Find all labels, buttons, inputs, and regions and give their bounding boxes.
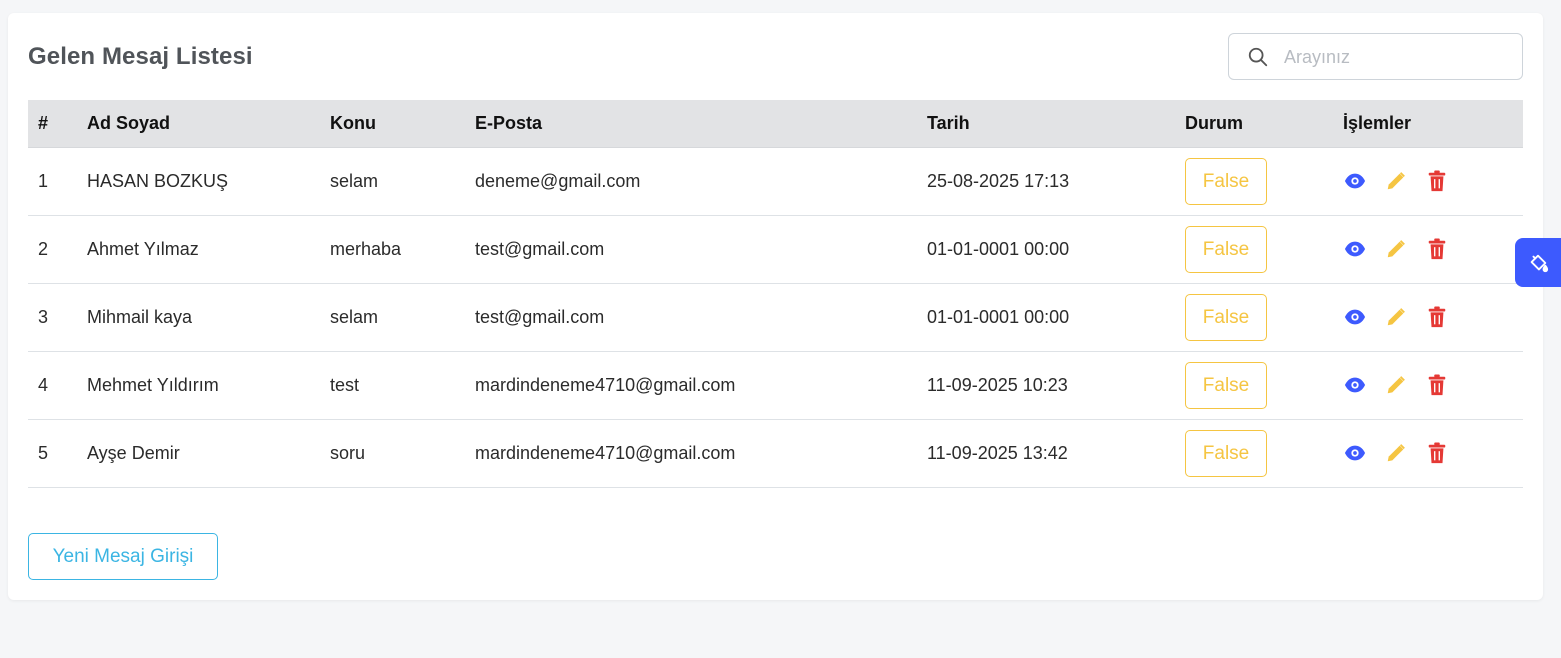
eye-icon bbox=[1344, 309, 1365, 325]
status-badge[interactable]: False bbox=[1185, 361, 1267, 409]
delete-button[interactable] bbox=[1425, 238, 1448, 261]
table-row: 1 HASAN BOZKUŞ selam deneme@gmail.com 25-08-… bbox=[28, 147, 1523, 216]
cell-name: Mehmet Yıldırım bbox=[77, 351, 320, 420]
table-header-row: # Ad Soyad Konu E-Posta Tarih Durum İşle… bbox=[28, 100, 1523, 148]
cell-topic: merhaba bbox=[320, 215, 465, 284]
status-badge[interactable]: False bbox=[1185, 429, 1267, 477]
cell-date: 01-01-0001 00:00 bbox=[917, 215, 1175, 284]
search-icon bbox=[1248, 47, 1268, 67]
view-button[interactable] bbox=[1343, 306, 1366, 329]
cell-email: mardindeneme4710@gmail.com bbox=[465, 351, 917, 420]
status-badge[interactable]: False bbox=[1185, 157, 1267, 205]
pencil-icon bbox=[1387, 376, 1405, 394]
cell-email: test@gmail.com bbox=[465, 215, 917, 284]
cell-actions bbox=[1333, 419, 1523, 488]
cell-num: 4 bbox=[28, 351, 77, 420]
search-input[interactable] bbox=[1284, 42, 1509, 72]
cell-status: False bbox=[1175, 351, 1333, 420]
cell-actions bbox=[1333, 147, 1523, 216]
cell-email: mardindeneme4710@gmail.com bbox=[465, 419, 917, 488]
message-table: # Ad Soyad Konu E-Posta Tarih Durum İşle… bbox=[28, 100, 1523, 488]
theme-settings-tab[interactable] bbox=[1515, 238, 1561, 287]
edit-button[interactable] bbox=[1384, 238, 1407, 261]
view-button[interactable] bbox=[1343, 442, 1366, 465]
cell-actions bbox=[1333, 215, 1523, 284]
header-date: Tarih bbox=[917, 100, 1175, 148]
cell-date: 01-01-0001 00:00 bbox=[917, 283, 1175, 352]
trash-icon bbox=[1428, 374, 1445, 396]
cell-date: 25-08-2025 17:13 bbox=[917, 147, 1175, 216]
cell-num: 1 bbox=[28, 147, 77, 216]
cell-num: 3 bbox=[28, 283, 77, 352]
cell-email: test@gmail.com bbox=[465, 283, 917, 352]
search-box[interactable] bbox=[1228, 33, 1523, 80]
delete-button[interactable] bbox=[1425, 374, 1448, 397]
new-message-button[interactable]: Yeni Mesaj Girişi bbox=[28, 533, 218, 580]
edit-button[interactable] bbox=[1384, 374, 1407, 397]
trash-icon bbox=[1428, 238, 1445, 260]
cell-topic: soru bbox=[320, 419, 465, 488]
page-title: Gelen Mesaj Listesi bbox=[28, 43, 253, 70]
cell-date: 11-09-2025 10:23 bbox=[917, 351, 1175, 420]
cell-num: 2 bbox=[28, 215, 77, 284]
table-row: 2 Ahmet Yılmaz merhaba test@gmail.com 01-01-… bbox=[28, 215, 1523, 284]
table-row: 3 Mihmail kaya selam test@gmail.com 01-01-00… bbox=[28, 283, 1523, 352]
trash-icon bbox=[1428, 306, 1445, 328]
paint-bucket-icon bbox=[1530, 254, 1549, 272]
row-actions bbox=[1343, 442, 1513, 465]
eye-icon bbox=[1344, 241, 1365, 257]
eye-icon bbox=[1344, 173, 1365, 189]
cell-name: Ayşe Demir bbox=[77, 419, 320, 488]
row-actions bbox=[1343, 306, 1513, 329]
trash-icon bbox=[1428, 170, 1445, 192]
eye-icon bbox=[1344, 445, 1365, 461]
delete-button[interactable] bbox=[1425, 170, 1448, 193]
delete-button[interactable] bbox=[1425, 442, 1448, 465]
cell-topic: selam bbox=[320, 283, 465, 352]
edit-button[interactable] bbox=[1384, 170, 1407, 193]
row-actions bbox=[1343, 238, 1513, 261]
cell-status: False bbox=[1175, 215, 1333, 284]
cell-num: 5 bbox=[28, 419, 77, 488]
eye-icon bbox=[1344, 377, 1365, 393]
status-badge[interactable]: False bbox=[1185, 293, 1267, 341]
view-button[interactable] bbox=[1343, 238, 1366, 261]
view-button[interactable] bbox=[1343, 374, 1366, 397]
pencil-icon bbox=[1387, 444, 1405, 462]
cell-actions bbox=[1333, 283, 1523, 352]
view-button[interactable] bbox=[1343, 170, 1366, 193]
table-row: 5 Ayşe Demir soru mardindeneme4710@gmail.co… bbox=[28, 419, 1523, 488]
cell-actions bbox=[1333, 351, 1523, 420]
message-list-card: Gelen Mesaj Listesi # Ad Soyad Konu E-Po… bbox=[8, 13, 1543, 600]
pencil-icon bbox=[1387, 308, 1405, 326]
cell-status: False bbox=[1175, 147, 1333, 216]
header-topic: Konu bbox=[320, 100, 465, 148]
trash-icon bbox=[1428, 442, 1445, 464]
edit-button[interactable] bbox=[1384, 442, 1407, 465]
pencil-icon bbox=[1387, 240, 1405, 258]
edit-button[interactable] bbox=[1384, 306, 1407, 329]
cell-name: HASAN BOZKUŞ bbox=[77, 147, 320, 216]
header-email: E-Posta bbox=[465, 100, 917, 148]
header-actions: İşlemler bbox=[1333, 100, 1523, 148]
cell-status: False bbox=[1175, 419, 1333, 488]
header-num: # bbox=[28, 100, 77, 148]
table-row: 4 Mehmet Yıldırım test mardindeneme4710@gma… bbox=[28, 351, 1523, 420]
cell-topic: test bbox=[320, 351, 465, 420]
cell-name: Mihmail kaya bbox=[77, 283, 320, 352]
cell-topic: selam bbox=[320, 147, 465, 216]
cell-email: deneme@gmail.com bbox=[465, 147, 917, 216]
cell-date: 11-09-2025 13:42 bbox=[917, 419, 1175, 488]
header-name: Ad Soyad bbox=[77, 100, 320, 148]
cell-name: Ahmet Yılmaz bbox=[77, 215, 320, 284]
row-actions bbox=[1343, 170, 1513, 193]
header-status: Durum bbox=[1175, 100, 1333, 148]
status-badge[interactable]: False bbox=[1185, 225, 1267, 273]
pencil-icon bbox=[1387, 172, 1405, 190]
row-actions bbox=[1343, 374, 1513, 397]
cell-status: False bbox=[1175, 283, 1333, 352]
delete-button[interactable] bbox=[1425, 306, 1448, 329]
